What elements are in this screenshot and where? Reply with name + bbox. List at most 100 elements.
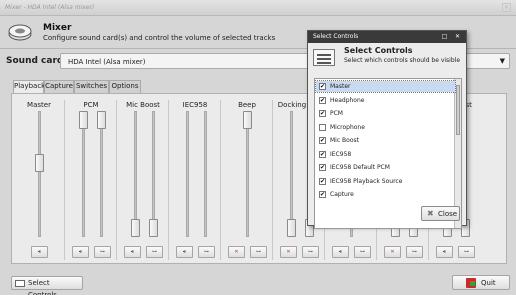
lock-channels-button[interactable]: ⊶ <box>94 246 111 258</box>
channel-divider <box>168 100 169 260</box>
select-controls-label: Select Controls... <box>28 279 64 295</box>
slider-knob[interactable] <box>149 219 158 237</box>
control-list-label: Capture <box>330 191 354 198</box>
control-list-label: Mic Boost <box>330 137 359 144</box>
mixer-channel: Mic Boost 🔊︎ ⊶ <box>116 94 168 263</box>
lock-channels-button[interactable]: ⊶ <box>302 246 319 258</box>
lock-channels-button[interactable]: ⊶ <box>406 246 423 258</box>
lock-channels-button[interactable]: ⊶ <box>146 246 163 258</box>
sound-card-value: HDA Intel (Alsa mixer) <box>68 58 146 66</box>
control-list-item[interactable]: ✔ IEC958 Default PCM <box>316 162 455 173</box>
slider-knob[interactable] <box>97 111 106 129</box>
scrollbar-thumb[interactable] <box>456 85 460 135</box>
control-list-item[interactable]: ✔ Master <box>315 80 456 93</box>
slider-track[interactable] <box>246 111 249 237</box>
tab-switches[interactable]: Switches <box>74 80 109 93</box>
link-icon: ⊶ <box>256 249 261 255</box>
volume-slider[interactable] <box>149 111 158 237</box>
control-list-item[interactable]: ✔ IEC958 Playback Source <box>316 176 455 187</box>
lock-channels-button[interactable]: ⊶ <box>458 246 475 258</box>
mixer-channel: Beep ✕ ⊶ <box>220 94 272 263</box>
slider-knob[interactable] <box>287 219 296 237</box>
control-list-item[interactable]: ✔ Headphone <box>316 95 455 106</box>
speaker-icon: 🔊︎ <box>442 249 447 255</box>
control-list-item[interactable]: ✔ Capture <box>316 189 455 200</box>
dialog-close-button[interactable]: ✖ Close <box>421 206 460 221</box>
tab-capture[interactable]: Capture <box>44 80 74 93</box>
mute-button[interactable]: ✕ <box>384 246 401 258</box>
muted-icon: ✕ <box>234 249 239 255</box>
mute-button[interactable]: 🔊︎ <box>124 246 141 258</box>
checkbox-checked[interactable]: ✔ <box>319 177 326 185</box>
checkbox-checked[interactable]: ✔ <box>319 150 326 158</box>
lock-channels-button[interactable]: ⊶ <box>198 246 215 258</box>
channel-label: IEC958 <box>182 101 208 109</box>
mute-button[interactable]: 🔊︎ <box>436 246 453 258</box>
select-controls-button[interactable]: Select Controls... <box>11 276 83 295</box>
muted-icon: ✕ <box>286 249 291 255</box>
header-title: Mixer <box>43 23 72 33</box>
volume-slider[interactable] <box>35 111 44 237</box>
mixer-channel: PCM 🔊︎ ⊶ <box>64 94 116 263</box>
quit-button[interactable]: Quit <box>452 275 510 290</box>
checkbox-checked[interactable]: ✔ <box>319 110 326 117</box>
volume-slider[interactable] <box>287 111 296 237</box>
checkbox-checked[interactable]: ✔ <box>319 96 326 104</box>
volume-slider[interactable] <box>79 111 88 237</box>
slider-track[interactable] <box>38 111 41 237</box>
slider-knob[interactable] <box>243 111 252 129</box>
dialog-subtitle: Select which controls should be visible <box>344 57 461 64</box>
slider-track[interactable] <box>186 111 189 237</box>
window-close-button[interactable]: ✕ <box>502 3 511 12</box>
link-icon: ⊶ <box>204 249 209 255</box>
checkbox-checked[interactable]: ✔ <box>319 137 326 144</box>
volume-slider[interactable] <box>243 111 252 237</box>
slider-knob[interactable] <box>35 154 44 173</box>
volume-slider[interactable] <box>183 111 191 237</box>
control-list-item[interactable]: ✔ PCM <box>316 108 455 119</box>
checkbox-checked[interactable]: ✔ <box>319 191 326 198</box>
checkbox-unchecked[interactable] <box>319 123 326 131</box>
control-list-label: IEC958 Default PCM <box>330 164 390 171</box>
mute-button[interactable]: 🔊︎ <box>31 246 48 258</box>
control-list-label: IEC958 Playback Source <box>330 177 403 185</box>
tab-playback[interactable]: Playback <box>13 80 45 94</box>
control-list-item[interactable]: ✔ IEC958 <box>316 149 455 160</box>
slider-knob[interactable] <box>131 219 140 237</box>
slider-track[interactable] <box>204 111 207 237</box>
control-list-item[interactable]: Microphone <box>316 122 455 133</box>
close-icon[interactable]: ✕ <box>453 32 462 41</box>
maximize-icon[interactable]: □ <box>440 32 449 41</box>
mute-button[interactable]: ✕ <box>280 246 297 258</box>
slider-track[interactable] <box>100 111 103 237</box>
mute-button[interactable]: 🔊︎ <box>332 246 349 258</box>
channel-label: Mic Boost <box>126 101 160 109</box>
volume-slider[interactable] <box>97 111 106 237</box>
checkbox-checked[interactable]: ✔ <box>319 83 326 90</box>
link-icon: ⊶ <box>412 249 417 255</box>
tab-options[interactable]: Options <box>109 80 141 93</box>
channel-label: Beep <box>238 101 256 109</box>
controls-list-icon <box>313 49 335 66</box>
control-list-item[interactable]: ✔ Mic Boost <box>316 135 455 146</box>
lock-channels-button[interactable]: ⊶ <box>354 246 371 258</box>
lock-channels-button[interactable]: ⊶ <box>250 246 267 258</box>
volume-slider[interactable] <box>201 111 209 237</box>
exit-icon <box>466 278 476 288</box>
dialog-bar-title: Select Controls <box>313 33 359 40</box>
control-list-label: IEC958 <box>330 150 352 158</box>
sound-card-label: Sound card: <box>6 56 67 66</box>
mute-button[interactable]: ✕ <box>228 246 245 258</box>
volume-slider[interactable] <box>131 111 140 237</box>
mute-button[interactable]: 🔊︎ <box>176 246 193 258</box>
mute-button[interactable]: 🔊︎ <box>72 246 89 258</box>
checkbox-checked[interactable]: ✔ <box>319 164 326 171</box>
window-title: Mixer - HDA Intel (Alsa mixer) <box>5 4 95 11</box>
slider-knob[interactable] <box>79 111 88 129</box>
slider-track[interactable] <box>82 111 85 237</box>
link-icon: ⊶ <box>100 249 105 255</box>
speaker-icon: 🔊︎ <box>338 249 343 255</box>
control-list-label: PCM <box>330 110 343 117</box>
speaker-icon: 🔊︎ <box>37 249 42 255</box>
control-list-label: Microphone <box>330 123 365 131</box>
